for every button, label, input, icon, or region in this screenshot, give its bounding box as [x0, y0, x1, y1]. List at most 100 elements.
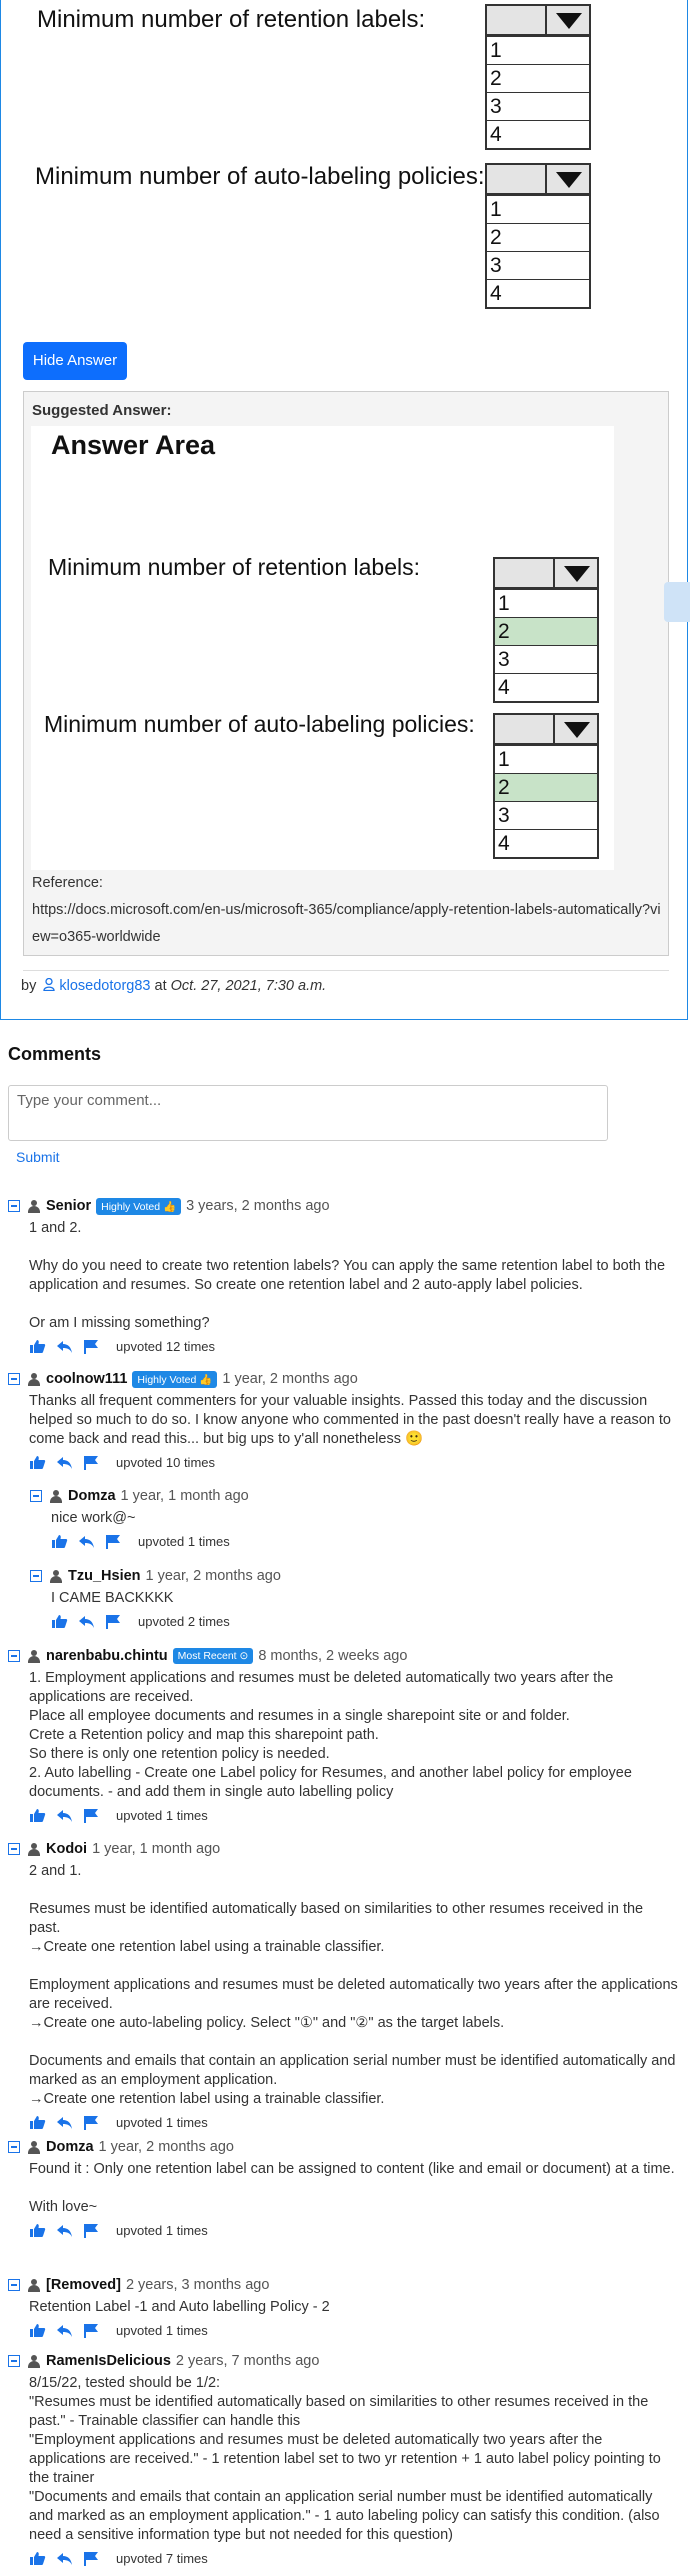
thumbs-up-icon[interactable]: [51, 1534, 68, 1549]
hide-answer-button[interactable]: Hide Answer: [23, 342, 127, 380]
thumbs-up-icon[interactable]: [29, 2223, 46, 2238]
flag-icon[interactable]: [83, 2223, 100, 2238]
auto-labeling-dropdown[interactable]: 1 2 3 4: [485, 163, 591, 309]
flag-icon[interactable]: [83, 2115, 100, 2130]
comment-body: 2 and 1. Resumes must be identified auto…: [29, 1863, 678, 2107]
vote-badge: Most Recent ⊙: [172, 1648, 254, 1664]
scroll-top-tab[interactable]: [664, 582, 690, 622]
flag-icon[interactable]: [83, 2323, 100, 2338]
dropdown-option[interactable]: 2: [487, 223, 589, 251]
reference-link[interactable]: https://docs.microsoft.com/en-us/microso…: [32, 897, 662, 951]
thumbs-up-icon[interactable]: [29, 2323, 46, 2338]
comment-username[interactable]: RamenIsDelicious: [46, 2353, 171, 2369]
comment-actions: upvoted 2 times: [51, 1611, 678, 1631]
thumbs-up-icon[interactable]: [29, 1339, 46, 1354]
reply-icon[interactable]: [56, 2223, 73, 2238]
comment-input[interactable]: Type your comment...: [8, 1085, 608, 1141]
dropdown-option: 4: [495, 829, 597, 857]
comment: Kodoi 1 year, 1 month ago 2 and 1. Resumes…: [8, 1838, 678, 2132]
flag-icon[interactable]: [83, 2551, 100, 2566]
collapse-icon[interactable]: [8, 1373, 20, 1385]
dropdown-option: 4: [495, 673, 597, 701]
comment-username[interactable]: Senior: [46, 1198, 91, 1214]
reply-icon[interactable]: [56, 1808, 73, 1823]
retention-labels-dropdown[interactable]: 1 2 3 4: [485, 4, 591, 150]
comment-username[interactable]: Kodoi: [46, 1841, 87, 1857]
collapse-icon[interactable]: [8, 2355, 20, 2367]
comment-time: 1 year, 2 months ago: [222, 1371, 358, 1387]
author-link[interactable]: klosedotorg83: [59, 978, 150, 994]
auto-labeling-label: Minimum number of auto-labeling policies…: [35, 163, 485, 190]
reply-icon[interactable]: [56, 1455, 73, 1470]
dropdown-option[interactable]: 2: [487, 64, 589, 92]
flag-icon[interactable]: [83, 1455, 100, 1470]
collapse-icon[interactable]: [30, 1490, 42, 1502]
reply-icon[interactable]: [78, 1614, 95, 1629]
thumbs-up-icon[interactable]: [51, 1614, 68, 1629]
comment-username[interactable]: Domza: [68, 1488, 116, 1504]
post-date: Oct. 27, 2021, 7:30 a.m.: [170, 978, 327, 994]
collapse-icon[interactable]: [8, 1650, 20, 1662]
chevron-down-icon[interactable]: [545, 163, 589, 195]
comment: coolnow111 Highly Voted 👍 1 year, 2 months…: [8, 1368, 678, 1472]
comment-header: RamenIsDelicious 2 years, 7 months ago: [8, 2350, 678, 2372]
answer-retention-dropdown: 1 2 3 4: [493, 557, 599, 703]
dropdown-option[interactable]: 4: [487, 120, 589, 148]
suggested-answer-title: Suggested Answer:: [32, 402, 172, 419]
comment-body: Found it : Only one retention label can …: [29, 2161, 675, 2215]
vote-badge: Highly Voted 👍: [132, 1370, 218, 1388]
dropdown-option[interactable]: 1: [487, 195, 589, 223]
dropdown-option[interactable]: 1: [487, 36, 589, 64]
dropdown-option[interactable]: 3: [487, 251, 589, 279]
comment-username[interactable]: coolnow111: [46, 1371, 127, 1387]
comment-header: [Removed] 2 years, 3 months ago: [8, 2274, 678, 2296]
thumbs-up-icon[interactable]: [29, 2551, 46, 2566]
vote-badge: Highly Voted 👍: [96, 1197, 182, 1215]
comment-body: nice work@~: [51, 1510, 136, 1526]
user-icon: [28, 1372, 40, 1386]
comment-header: narenbabu.chintu Most Recent ⊙ 8 months, 2…: [8, 1645, 678, 1667]
comment-username[interactable]: Tzu_Hsien: [68, 1568, 141, 1584]
dropdown-option: 3: [495, 645, 597, 673]
comment-body: Thanks all frequent commenters for your …: [29, 1393, 675, 1447]
collapse-icon[interactable]: [8, 2141, 20, 2153]
comment-body: 1. Employment applications and resumes m…: [29, 1670, 632, 1800]
dropdown-header[interactable]: [485, 4, 591, 36]
collapse-icon[interactable]: [30, 1570, 42, 1582]
reply-icon[interactable]: [56, 1339, 73, 1354]
submit-button[interactable]: Submit: [16, 1149, 60, 1165]
comment-actions: upvoted 1 times: [29, 2220, 678, 2240]
upvote-count: upvoted 1 times: [138, 1533, 230, 1549]
collapse-icon[interactable]: [8, 1843, 20, 1855]
flag-icon[interactable]: [83, 1808, 100, 1823]
reply-icon[interactable]: [78, 1534, 95, 1549]
comment-username[interactable]: narenbabu.chintu: [46, 1648, 168, 1664]
thumbs-up-icon[interactable]: [29, 2115, 46, 2130]
dropdown-option[interactable]: 4: [487, 279, 589, 307]
collapse-icon[interactable]: [8, 2279, 20, 2291]
comment: Tzu_Hsien 1 year, 2 months ago I CAME BACK…: [30, 1565, 678, 1631]
flag-icon[interactable]: [83, 1339, 100, 1354]
upvote-count: upvoted 1 times: [116, 2222, 208, 2238]
dropdown-option[interactable]: 3: [487, 92, 589, 120]
comment-header: Kodoi 1 year, 1 month ago: [8, 1838, 678, 1860]
flag-icon[interactable]: [105, 1534, 122, 1549]
dropdown-options: 1 2 3 4: [485, 36, 591, 150]
answer-area-title: Answer Area: [51, 430, 216, 460]
comment-header: Domza 1 year, 2 months ago: [8, 2136, 678, 2158]
collapse-icon[interactable]: [8, 1200, 20, 1212]
thumbs-up-icon[interactable]: [29, 1455, 46, 1470]
chevron-down-icon[interactable]: [545, 4, 589, 36]
dropdown-option: 3: [495, 801, 597, 829]
reply-icon[interactable]: [56, 2551, 73, 2566]
comment-time: 2 years, 7 months ago: [175, 2353, 320, 2369]
comment-username[interactable]: [Removed]: [46, 2277, 121, 2293]
reply-icon[interactable]: [56, 2115, 73, 2130]
comment-username[interactable]: Domza: [46, 2139, 94, 2155]
reply-icon[interactable]: [56, 2323, 73, 2338]
thumbs-up-icon[interactable]: [29, 1808, 46, 1823]
upvote-count: upvoted 1 times: [116, 2114, 208, 2130]
user-icon: [28, 1649, 40, 1663]
dropdown-header[interactable]: [485, 163, 591, 195]
flag-icon[interactable]: [105, 1614, 122, 1629]
